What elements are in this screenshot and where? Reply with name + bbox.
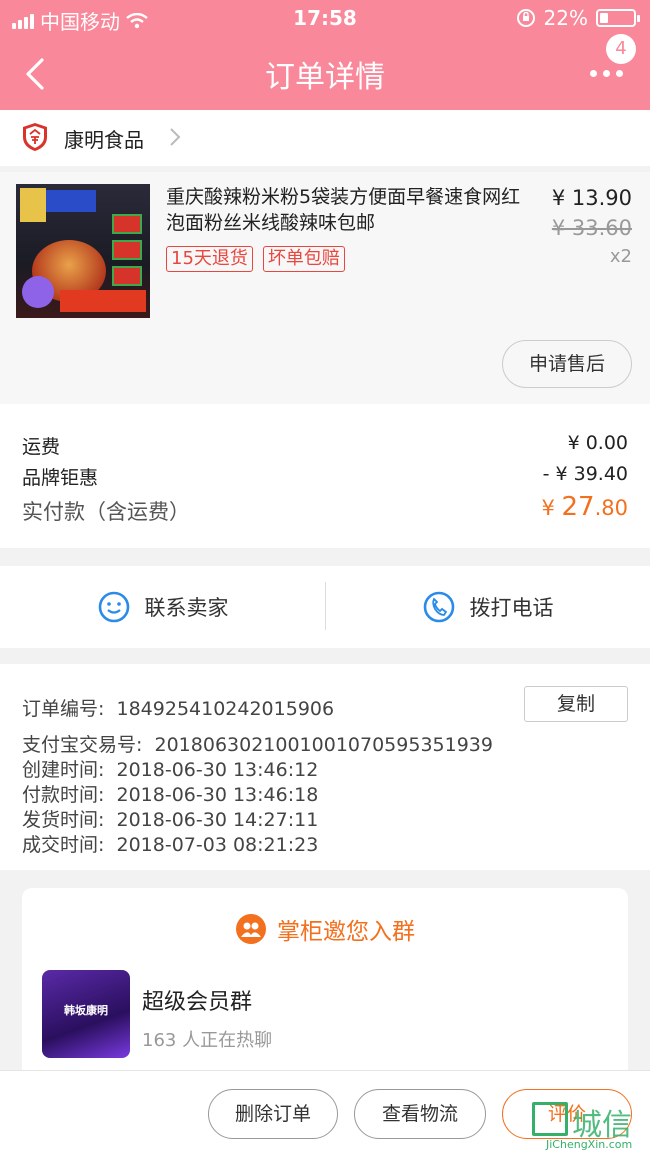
shop-row[interactable]: 康明食品: [0, 110, 650, 166]
order-number-label: 订单编号:: [22, 698, 105, 720]
created-row: 创建时间: 2018-06-30 13:46:12: [22, 755, 318, 782]
after-sale-button[interactable]: 申请售后: [502, 340, 632, 388]
alipay-number: 2018063021001001070595351939: [154, 734, 493, 756]
paid-time: 2018-06-30 13:46:18: [116, 784, 319, 806]
delete-order-button[interactable]: 删除订单: [208, 1089, 338, 1139]
contact-seller-button[interactable]: 联系卖家: [0, 566, 325, 648]
paid-row: 付款时间: 2018-06-30 13:46:18: [22, 780, 318, 807]
product-image-pack: [112, 214, 142, 234]
tag-return: 15天退货: [166, 246, 253, 272]
watermark-url: JiChengXin.com: [546, 1138, 633, 1151]
group-avatar-text: 韩坂康明: [64, 1004, 108, 1017]
call-phone-button[interactable]: 拨打电话: [325, 566, 650, 648]
created-time: 2018-06-30 13:46:12: [116, 759, 319, 781]
discount-label: 品牌钜惠: [22, 467, 99, 489]
phone-icon: [423, 591, 454, 623]
page-title: 订单详情: [265, 60, 385, 95]
discount-row: 品牌钜惠 - ¥ 39.40: [22, 463, 628, 490]
total-currency: ¥: [541, 496, 555, 520]
tag-damage-compensation: 坏单包赔: [262, 246, 345, 272]
product-image-pack: [112, 266, 142, 286]
total-value: ¥ 27.80: [541, 492, 628, 522]
discount-value: - ¥ 39.40: [542, 463, 628, 485]
copy-button[interactable]: 复制: [524, 686, 628, 722]
product-card[interactable]: 重庆酸辣粉米粉5袋装方便面早餐速食网红泡面粉丝米线酸辣味包邮 15天退货 坏单包…: [0, 172, 650, 404]
product-image-banner: [60, 290, 146, 312]
more-dot-icon: [590, 69, 597, 77]
product-tags: 15天退货 坏单包赔: [166, 246, 345, 272]
group-member-count: 163 人正在热聊: [142, 1030, 273, 1051]
view-logistics-button[interactable]: 查看物流: [354, 1089, 486, 1139]
product-image-corner: [20, 188, 46, 222]
shipping-row: 运费 ¥ 0.00: [22, 432, 628, 459]
shipped-time: 2018-06-30 14:27:11: [116, 809, 319, 831]
total-label: 实付款（含运费）: [22, 500, 190, 524]
completed-label: 成交时间:: [22, 834, 105, 856]
contact-seller-label: 联系卖家: [144, 596, 229, 620]
total-row: 实付款（含运费） ¥ 27.80: [22, 492, 628, 526]
group-name[interactable]: 超级会员群: [142, 984, 252, 1016]
alipay-row: 支付宝交易号: 2018063021001001070595351939: [22, 730, 493, 757]
product-image[interactable]: [16, 184, 150, 318]
shipping-label: 运费: [22, 436, 61, 458]
contact-bar: 联系卖家 拨打电话: [0, 566, 650, 648]
shop-name[interactable]: 康明食品: [64, 124, 144, 153]
fee-summary: 运费 ¥ 0.00 品牌钜惠 - ¥ 39.40 实付款（含运费） ¥ 27.8…: [0, 404, 650, 548]
top-bar: 中国移动 17:58 22% 订单详情 4: [0, 0, 650, 110]
order-info: 订单编号: 184925410242015906 复制 支付宝交易号: 2018…: [0, 664, 650, 870]
alipay-label: 支付宝交易号:: [22, 734, 143, 756]
chevron-right-icon: [170, 128, 181, 146]
product-image-pack: [112, 240, 142, 260]
group-section: 掌柜邀您入群 韩坂康明 超级会员群 163 人正在热聊: [0, 870, 650, 1078]
battery-percent: 22%: [543, 6, 588, 30]
product-quantity: x2: [609, 246, 632, 267]
completed-time: 2018-07-03 08:21:23: [116, 834, 319, 856]
total-integer: 27: [561, 492, 595, 522]
more-dot-icon: [603, 69, 610, 77]
watermark-box-icon: [532, 1102, 568, 1136]
order-number: 184925410242015906: [116, 698, 335, 720]
battery-icon: [596, 9, 640, 27]
total-decimal: .80: [594, 496, 628, 520]
notification-badge: 4: [606, 34, 636, 64]
product-title[interactable]: 重庆酸辣粉米粉5袋装方便面早餐速食网红泡面粉丝米线酸辣味包邮: [166, 184, 526, 236]
group-header-label: 掌柜邀您入群: [277, 919, 415, 945]
paid-label: 付款时间:: [22, 784, 105, 806]
shop-badge-icon: [23, 123, 47, 151]
product-original-price: ¥ 33.60: [551, 216, 632, 240]
shipped-row: 发货时间: 2018-06-30 14:27:11: [22, 805, 318, 832]
more-dot-icon: [616, 69, 623, 77]
group-icon: [236, 914, 266, 944]
group-header: 掌柜邀您入群: [22, 912, 628, 946]
shipping-value: ¥ 0.00: [567, 432, 628, 454]
status-bar: 中国移动 17:58 22%: [0, 0, 650, 36]
group-card[interactable]: 掌柜邀您入群 韩坂康明 超级会员群 163 人正在热聊: [22, 888, 628, 1078]
watermark: 城信 JiChengXin.com: [532, 1102, 644, 1151]
shipped-label: 发货时间:: [22, 809, 105, 831]
completed-row: 成交时间: 2018-07-03 08:21:23: [22, 830, 318, 857]
created-label: 创建时间:: [22, 759, 105, 781]
call-phone-label: 拨打电话: [469, 596, 554, 620]
rotation-lock-icon: [516, 9, 535, 27]
product-image-cup: [22, 276, 54, 308]
product-price: ¥ 13.90: [551, 186, 632, 210]
product-image-pack-title: [46, 190, 96, 212]
chat-icon: [98, 591, 129, 623]
group-avatar[interactable]: 韩坂康明: [42, 970, 130, 1058]
order-number-row: 订单编号: 184925410242015906: [22, 694, 334, 721]
